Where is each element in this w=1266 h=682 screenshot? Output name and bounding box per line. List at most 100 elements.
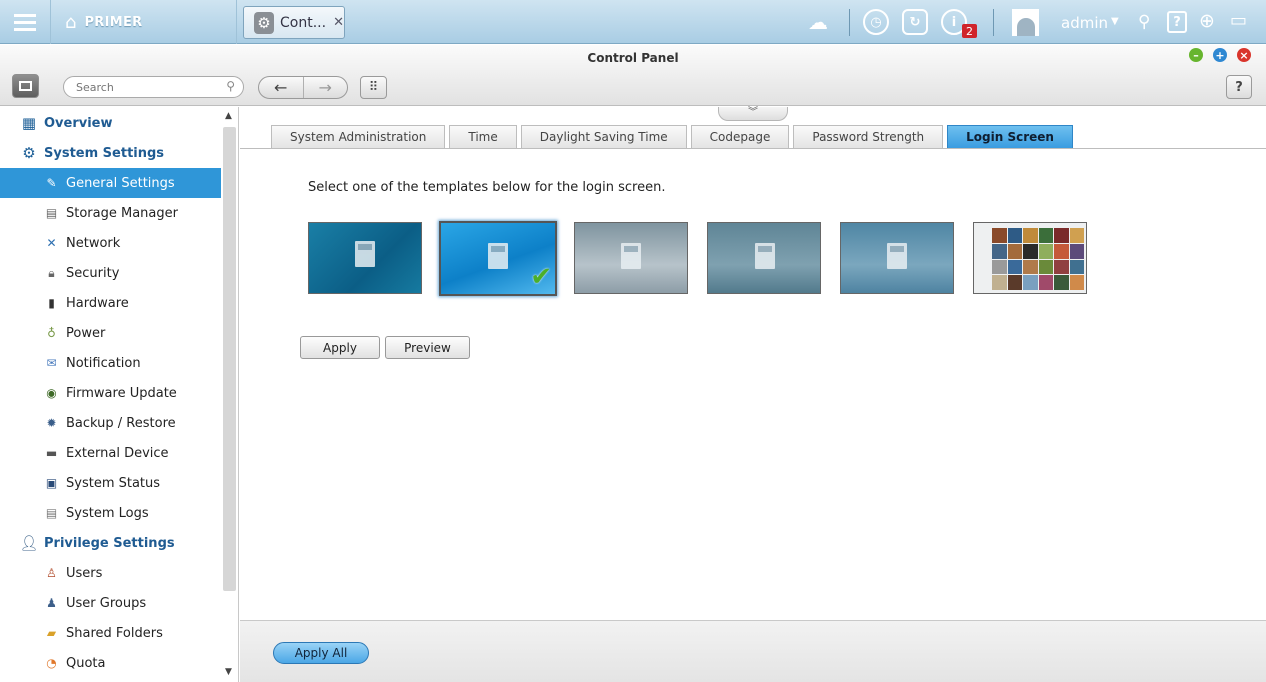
forward-arrow-icon[interactable]: → [302, 77, 348, 98]
folder-icon: ▰ [46, 626, 57, 640]
desktop-icon[interactable]: ▭ [1230, 10, 1247, 31]
gear-icon: ⚙ [22, 144, 36, 162]
sidebar-toggle-button[interactable] [12, 74, 39, 98]
user-icon: ♙ [46, 566, 57, 580]
sidebar-item-label: System Settings [44, 145, 165, 161]
minimize-icon[interactable]: – [1189, 48, 1203, 62]
sidebar-item-firmware-update[interactable]: ◉ Firmware Update [0, 378, 221, 408]
clock-icon[interactable]: ◷ [863, 9, 889, 35]
tab-codepage[interactable]: Codepage [690, 125, 790, 148]
top-bar: ⌂ PRIMER ⚙ Cont... ✕ ☁ ◷ ↻ i 2 admin ▼ ⚲… [0, 0, 1266, 44]
sidebar-item-label: Storage Manager [66, 205, 178, 221]
login-template-1[interactable] [308, 222, 422, 294]
sidebar-item-system-settings[interactable]: ⚙ System Settings [0, 138, 221, 168]
notification-icon: ✉ [46, 356, 57, 370]
navigation-buttons: ← → [258, 76, 348, 99]
help-icon[interactable]: ? [1167, 11, 1187, 33]
scrollbar-thumb[interactable] [223, 127, 236, 591]
globe-icon[interactable]: ⊕ [1199, 10, 1215, 32]
bulb-icon: ♁ [47, 326, 56, 340]
close-window-icon[interactable]: × [1237, 48, 1251, 62]
help-button[interactable]: ? [1226, 75, 1252, 99]
network-icon: ✕ [46, 236, 57, 250]
tab-system-administration[interactable]: System Administration [271, 125, 446, 148]
sidebar-item-quota[interactable]: ◔ Quota [0, 648, 221, 678]
sidebar-item-label: Notification [66, 355, 141, 371]
home-icon: ⌂ [65, 11, 77, 33]
sidebar-item-label: User Groups [66, 595, 147, 611]
login-template-6[interactable] [973, 222, 1087, 294]
sidebar-item-label: System Logs [66, 505, 149, 521]
sidebar-item-notification[interactable]: ✉ Notification [0, 348, 221, 378]
avatar[interactable] [1012, 9, 1039, 36]
sidebar-scrollbar[interactable]: ▲ ▼ [221, 107, 239, 682]
chevron-down-icon[interactable]: ▼ [225, 667, 232, 677]
login-form-preview [355, 241, 375, 267]
notification-badge: 2 [962, 24, 977, 38]
main-content: ︾ System Administration Time Daylight Sa… [240, 107, 1266, 620]
person-icon: 👤︎ [19, 534, 39, 552]
apply-all-button[interactable]: Apply All [273, 642, 369, 664]
sync-icon[interactable]: ↻ [902, 9, 928, 35]
login-form-preview [755, 243, 775, 269]
sidebar-item-general-settings[interactable]: ✎ General Settings [0, 168, 221, 198]
sidebar-item-label: Quota [66, 655, 106, 671]
window-title: Control Panel [587, 51, 679, 65]
sidebar-item-network[interactable]: ✕ Network [0, 228, 221, 258]
home-button[interactable]: ⌂ PRIMER [50, 0, 237, 44]
sidebar-item-label: Shared Folders [66, 625, 163, 641]
sidebar-item-label: Privilege Settings [44, 535, 175, 551]
sidebar-item-users[interactable]: ♙ Users [0, 558, 221, 588]
lock-icon: 🔒︎ [48, 265, 55, 280]
sidebar-item-label: Power [66, 325, 106, 341]
tab-time[interactable]: Time [449, 125, 517, 148]
sidebar-item-user-groups[interactable]: ♟ User Groups [0, 588, 221, 618]
sidebar-item-label: Firmware Update [66, 385, 177, 401]
home-label: PRIMER [84, 14, 143, 30]
instruction-text: Select one of the templates below for th… [308, 180, 666, 195]
login-template-4[interactable] [707, 222, 821, 294]
sidebar-item-storage-manager[interactable]: ▤ Storage Manager [0, 198, 221, 228]
sidebar-item-label: Users [66, 565, 103, 581]
login-template-5[interactable] [840, 222, 954, 294]
apply-button[interactable]: Apply [300, 336, 380, 359]
app-tab-control-panel[interactable]: ⚙ Cont... ✕ [243, 6, 345, 39]
menu-icon[interactable] [0, 0, 50, 44]
divider [993, 9, 994, 36]
tab-login-screen[interactable]: Login Screen [947, 125, 1073, 148]
sidebar-item-hardware[interactable]: ▮ Hardware [0, 288, 221, 318]
tab-password-strength[interactable]: Password Strength [793, 125, 944, 148]
search-icon[interactable]: ⚲ [1138, 12, 1150, 32]
external-device-icon: ▬ [45, 446, 58, 460]
grid-view-icon[interactable]: ⠿ [360, 76, 387, 99]
close-icon[interactable]: ✕ [333, 15, 344, 30]
app-tab-label: Cont... [280, 14, 327, 31]
login-template-2[interactable]: ✔ [439, 221, 557, 296]
collapse-toolbar-toggle[interactable]: ︾ [718, 107, 788, 121]
settings-tabs: System Administration Time Daylight Savi… [271, 125, 1077, 148]
window-titlebar: Control Panel – + × ⚲ ← → ⠿ ? [0, 45, 1266, 106]
chevron-down-icon[interactable]: ▼ [1111, 16, 1119, 27]
search-box[interactable]: ⚲ [63, 76, 244, 98]
backup-icon: ✹ [46, 416, 57, 430]
sidebar-item-overview[interactable]: ▦ Overview [0, 108, 221, 138]
chevron-up-icon[interactable]: ▲ [225, 111, 232, 121]
sidebar-item-label: External Device [66, 445, 169, 461]
search-input[interactable] [76, 77, 226, 97]
sidebar-item-system-logs[interactable]: ▤ System Logs [0, 498, 221, 528]
sidebar-item-shared-folders[interactable]: ▰ Shared Folders [0, 618, 221, 648]
back-arrow-icon[interactable]: ← [259, 77, 303, 98]
sidebar-item-privilege-settings[interactable]: 👤︎ Privilege Settings [0, 528, 221, 558]
cloud-icon[interactable]: ☁ [808, 10, 828, 34]
maximize-icon[interactable]: + [1213, 48, 1227, 62]
sidebar-item-backup-restore[interactable]: ✹ Backup / Restore [0, 408, 221, 438]
sidebar-item-security[interactable]: 🔒︎ Security [0, 258, 221, 288]
login-template-3[interactable] [574, 222, 688, 294]
overview-icon: ▦ [21, 114, 37, 132]
preview-button[interactable]: Preview [385, 336, 470, 359]
sidebar-item-system-status[interactable]: ▣ System Status [0, 468, 221, 498]
tab-daylight-saving-time[interactable]: Daylight Saving Time [520, 125, 687, 148]
sidebar-item-external-device[interactable]: ▬ External Device [0, 438, 221, 468]
sidebar-item-power[interactable]: ♁ Power [0, 318, 221, 348]
username[interactable]: admin [1061, 14, 1108, 32]
